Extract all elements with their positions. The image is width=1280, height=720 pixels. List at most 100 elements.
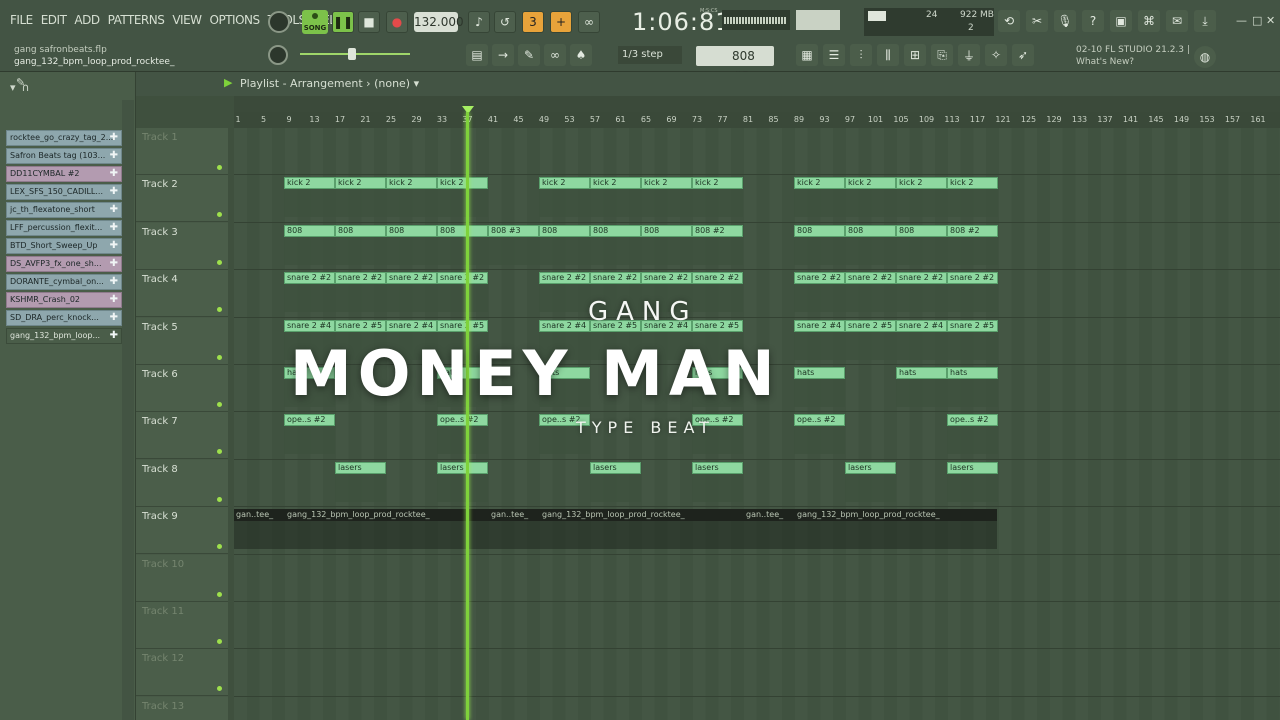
- pattern-clip[interactable]: snare 2 #2: [437, 272, 488, 285]
- menu-item-options[interactable]: OPTIONS: [206, 13, 264, 27]
- browser-item[interactable]: Safron Beats tag (103... ✚: [6, 148, 122, 164]
- track-header[interactable]: Track 9: [136, 507, 228, 555]
- arrangement-overview[interactable]: [234, 96, 1280, 112]
- pattern-clip[interactable]: kick 2: [437, 177, 488, 190]
- clip-body[interactable]: [896, 379, 947, 407]
- browser-item[interactable]: LFF_percussion_flexit... ✚: [6, 220, 122, 236]
- track-header[interactable]: Track 8: [136, 459, 228, 507]
- download-icon[interactable]: ⤓: [1194, 10, 1216, 32]
- save-icon[interactable]: ▣: [1110, 10, 1132, 32]
- pattern-clip[interactable]: 808: [641, 224, 692, 237]
- pattern-clip[interactable]: snare 2 #5: [947, 319, 998, 332]
- tempo-display[interactable]: 132.000: [414, 12, 464, 32]
- pattern-clip[interactable]: 808: [794, 224, 845, 237]
- pattern-clip[interactable]: snare 2 #2: [335, 272, 386, 285]
- pattern-clip[interactable]: 808 #2: [947, 224, 998, 237]
- step-edit-icon[interactable]: +: [550, 11, 572, 33]
- browser-item[interactable]: BTD_Short_Sweep_Up ✚: [6, 238, 122, 254]
- close-icon[interactable]: ✕: [1266, 14, 1275, 27]
- drag-handle-icon[interactable]: ✚: [110, 329, 118, 343]
- menu-item-add[interactable]: ADD: [70, 13, 103, 27]
- clip-body[interactable]: [794, 331, 845, 360]
- clip-body[interactable]: [590, 473, 641, 502]
- drag-handle-icon[interactable]: ✚: [110, 185, 118, 199]
- clip-body[interactable]: [335, 236, 386, 265]
- track-header[interactable]: Track 13: [136, 696, 228, 720]
- drag-handle-icon[interactable]: ✚: [110, 257, 118, 271]
- clip-body[interactable]: [896, 284, 947, 313]
- pattern-clip[interactable]: lasers: [437, 461, 488, 474]
- pattern-clip[interactable]: kick 2: [692, 177, 743, 190]
- track-mute-led[interactable]: [217, 259, 222, 265]
- clip-body[interactable]: [437, 426, 488, 455]
- clip-body[interactable]: [692, 284, 743, 313]
- clip-body[interactable]: [284, 426, 335, 455]
- playhead[interactable]: [466, 112, 469, 720]
- clip-body[interactable]: [234, 521, 285, 550]
- clip-body[interactable]: [947, 331, 998, 360]
- song-mode-button[interactable]: SONG: [302, 10, 328, 34]
- pattern-clip[interactable]: snare 2 #2: [947, 272, 998, 285]
- pattern-clip[interactable]: 808: [284, 224, 335, 237]
- minimize-icon[interactable]: —: [1236, 14, 1247, 27]
- clip-body[interactable]: [794, 426, 845, 455]
- drag-handle-icon[interactable]: ✚: [110, 311, 118, 325]
- track-mute-led[interactable]: [217, 165, 222, 170]
- clip-body[interactable]: [947, 236, 998, 265]
- browser-item[interactable]: DS_AVFP3_fx_one_sh... ✚: [6, 256, 122, 272]
- browser-item[interactable]: DORANTE_cymbal_on... ✚: [6, 274, 122, 290]
- clip-body[interactable]: [896, 331, 947, 360]
- browser-item[interactable]: KSHMR_Crash_02 ✚: [6, 292, 122, 308]
- audio-clip[interactable]: gan..tee_: [234, 509, 285, 522]
- globe-icon[interactable]: ◍: [1194, 46, 1216, 68]
- link-icon[interactable]: ∞: [544, 44, 566, 66]
- plugin-icon[interactable]: ⌘: [1138, 10, 1160, 32]
- browser-scrollbar[interactable]: [122, 100, 134, 720]
- pattern-clip[interactable]: snare 2 #5: [692, 319, 743, 332]
- audio-clip[interactable]: gan..tee_: [489, 509, 540, 522]
- pattern-clip[interactable]: kick 2: [284, 177, 335, 190]
- pattern-clip[interactable]: lasers: [692, 461, 743, 474]
- pattern-clip[interactable]: snare 2 #2: [845, 272, 896, 285]
- browser-item[interactable]: gang_132_bpm_loop... ✚: [6, 328, 122, 344]
- clip-body[interactable]: [539, 284, 590, 313]
- browser-item[interactable]: jc_th_flexatone_short ✚: [6, 202, 122, 218]
- master-pitch-slider[interactable]: [300, 48, 410, 60]
- maximize-icon[interactable]: □: [1252, 14, 1262, 27]
- pencil-icon[interactable]: ✎: [518, 44, 540, 66]
- clip-body[interactable]: [845, 284, 896, 313]
- clip-body[interactable]: [845, 473, 896, 502]
- clip-body[interactable]: [386, 284, 437, 313]
- stamp-icon[interactable]: ♠: [570, 44, 592, 66]
- clip-body[interactable]: [335, 284, 386, 313]
- drag-handle-icon[interactable]: ✚: [110, 275, 118, 289]
- stop-button[interactable]: ■: [358, 11, 380, 33]
- track-header[interactable]: Track 6: [136, 365, 228, 412]
- pattern-clip[interactable]: snare 2 #2: [794, 272, 845, 285]
- pattern-clip[interactable]: 808 #3: [488, 224, 539, 237]
- pattern-clip[interactable]: 808: [335, 224, 386, 237]
- clip-body[interactable]: [284, 236, 335, 265]
- news-panel[interactable]: 02-10 FL STUDIO 21.2.3 | What's New?: [1076, 44, 1190, 68]
- pattern-clip[interactable]: 808: [590, 224, 641, 237]
- clip-body[interactable]: [947, 473, 998, 502]
- channel-rack-icon[interactable]: ☰: [823, 44, 845, 66]
- clip-body[interactable]: [947, 379, 998, 407]
- clip-body[interactable]: [437, 236, 488, 265]
- shortcut-icon[interactable]: ➶: [1012, 44, 1034, 66]
- snap-step-select[interactable]: 1/3 step: [618, 46, 682, 64]
- pattern-clip[interactable]: kick 2: [386, 177, 437, 190]
- clip-body[interactable]: [794, 284, 845, 313]
- pattern-clip[interactable]: snare 2 #2: [539, 272, 590, 285]
- pattern-clip[interactable]: kick 2: [794, 177, 845, 190]
- pattern-clip[interactable]: lasers: [335, 461, 386, 474]
- clip-body[interactable]: [539, 236, 590, 265]
- pattern-clip[interactable]: snare 2 #2: [896, 272, 947, 285]
- clip-body[interactable]: [539, 189, 590, 218]
- chat-icon[interactable]: ✉: [1166, 10, 1188, 32]
- drag-handle-icon[interactable]: ✚: [110, 203, 118, 217]
- pattern-clip[interactable]: ope..s #2: [437, 414, 488, 427]
- pattern-clip[interactable]: snare 2 #2: [284, 272, 335, 285]
- arrow-right-icon[interactable]: →: [492, 44, 514, 66]
- browser-item[interactable]: DD11CYMBAL #2 ✚: [6, 166, 122, 182]
